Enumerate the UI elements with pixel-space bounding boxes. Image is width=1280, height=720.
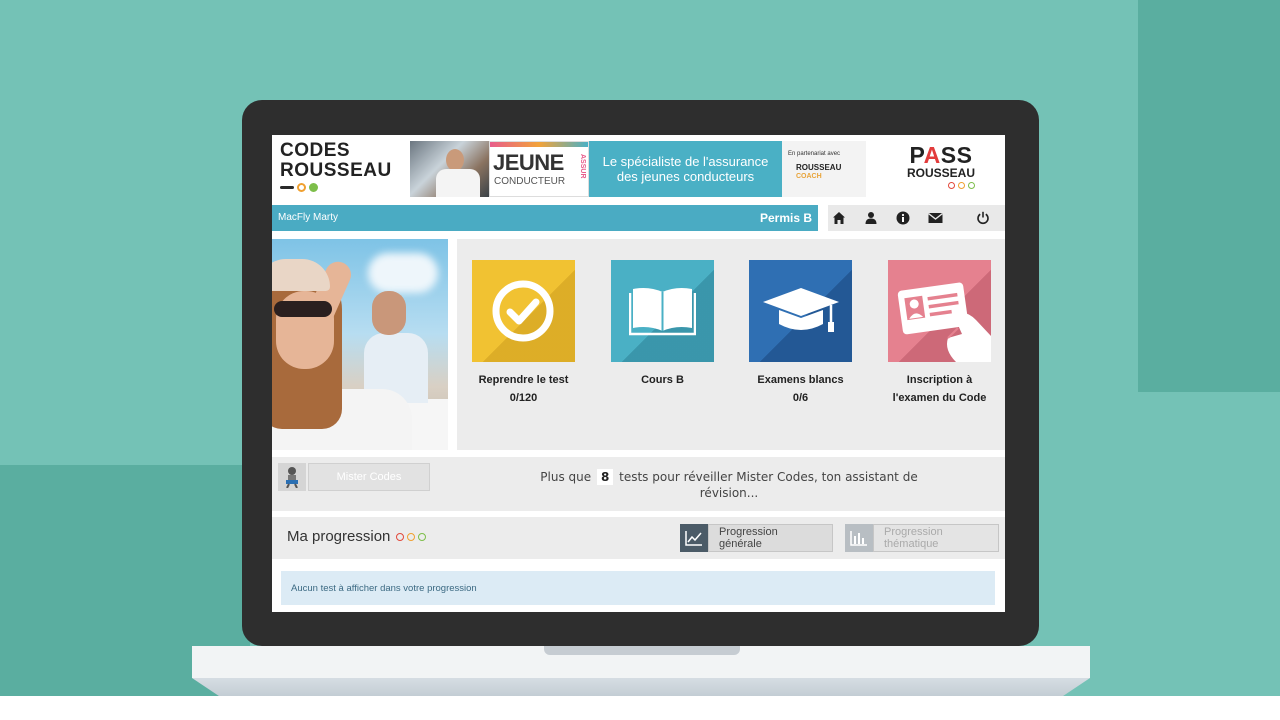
logo-line2: ROUSSEAU (280, 160, 392, 181)
tile-inscription-examen[interactable]: Inscription à l'examen du Code (888, 260, 991, 407)
progression-title: Ma progression (287, 528, 427, 545)
tile-examens-blancs[interactable]: Examens blancs 0/6 (749, 260, 852, 407)
banner-tagline-line1: Le spécialiste de l'assurance (602, 154, 769, 169)
tile-sub: l'examen du Code (892, 392, 987, 404)
tile-label: Reprendre le test (478, 374, 569, 386)
pass-text: PASS (909, 142, 973, 168)
progression-bar: Ma progression Progression générale Prog… (272, 517, 1005, 559)
hero-photo (272, 239, 448, 450)
progression-title-text: Ma progression (287, 528, 391, 545)
pass-rousseau-text: ROUSSEAU (906, 166, 975, 180)
empty-progression-message: Aucun test à afficher dans votre progres… (281, 571, 995, 605)
mister-codes-button[interactable]: Mister Codes (308, 463, 430, 491)
banner-conducteur-text: CONDUCTEUR (494, 176, 566, 187)
app-screen: CODES ROUSSEAU JEUNE CONDUCTEUR ASSUR Le… (272, 135, 1005, 612)
check-circle-icon (492, 280, 554, 342)
mister-codes-avatar-icon[interactable] (278, 463, 306, 491)
floor (0, 696, 1280, 720)
progression-thematique-label: Progression thématique (873, 524, 999, 552)
pass-rousseau-logo[interactable]: PASS ROUSSEAU (898, 143, 984, 199)
header: CODES ROUSSEAU JEUNE CONDUCTEUR ASSUR Le… (272, 135, 1005, 202)
pass-dots-icon (938, 182, 984, 189)
mister-msg-suffix: tests pour réveiller Mister Codes, ton a… (619, 470, 918, 484)
tile-label: Examens blancs (757, 374, 844, 386)
mister-codes-bar: Mister Codes Plus que 8 tests pour révei… (272, 457, 1005, 511)
banner-photo (410, 141, 489, 197)
progression-generale-button[interactable]: Progression générale (680, 524, 833, 552)
banner-jeune-text: JEUNE (493, 150, 564, 175)
progression-generale-label: Progression générale (708, 524, 833, 552)
user-icon[interactable] (863, 210, 879, 226)
user-bar: MacFly Marty Permis B (272, 205, 818, 231)
mister-codes-message: Plus que 8 tests pour réveiller Mister C… (534, 469, 924, 501)
logo-line1: CODES (280, 140, 351, 161)
ad-banner[interactable]: JEUNE CONDUCTEUR ASSUR Le spécialiste de… (410, 141, 866, 197)
id-card-icon (897, 282, 991, 362)
tile-reprendre-test[interactable]: Reprendre le test 0/120 (472, 260, 575, 407)
permis-label: Permis B (759, 211, 812, 225)
laptop-notch (544, 646, 740, 655)
tile-label: Cours B (641, 374, 684, 386)
info-icon[interactable] (895, 210, 911, 226)
mail-icon[interactable] (927, 210, 943, 226)
jeune-conducteur-logo: JEUNE CONDUCTEUR ASSUR (489, 141, 589, 197)
codes-rousseau-logo[interactable]: CODES ROUSSEAU (280, 141, 398, 197)
tile-label: Inscription à (906, 374, 973, 386)
line-chart-icon (680, 524, 708, 552)
tile-cours-b[interactable]: Cours B (611, 260, 714, 389)
background-block-right (1138, 0, 1280, 392)
book-icon (629, 288, 696, 336)
user-name[interactable]: MacFly Marty (278, 212, 338, 223)
banner-tagline-line2: des jeunes conducteurs (616, 169, 755, 184)
logo-dots-icon (280, 183, 398, 192)
mister-msg-prefix: Plus que (540, 470, 592, 484)
partner-line1: En partenariat avec (788, 151, 841, 157)
home-icon[interactable] (831, 210, 847, 226)
tiles-panel: Reprendre le test 0/120 Cours B Examens … (457, 239, 1005, 450)
power-icon[interactable] (975, 210, 991, 226)
nav-icons-bar (828, 205, 1005, 231)
progression-dots-icon (396, 533, 427, 541)
tile-sub: 0/6 (792, 392, 809, 404)
partner-line2: ROUSSEAU (796, 163, 842, 172)
graduation-cap-icon (763, 288, 839, 332)
progression-thematique-button[interactable]: Progression thématique (845, 524, 999, 552)
banner-partner: En partenariat avec ROUSSEAU COACH (782, 141, 866, 197)
partner-line3: COACH (796, 173, 822, 180)
banner-tagline: Le spécialiste de l'assurance des jeunes… (589, 141, 782, 197)
mister-count: 8 (596, 469, 614, 485)
tile-sub: 0/120 (509, 392, 538, 404)
laptop-bottom (192, 678, 1090, 696)
bar-chart-icon (845, 524, 873, 552)
banner-assur-text: ASSUR (579, 154, 586, 179)
mister-msg-line2: révision... (699, 486, 759, 500)
